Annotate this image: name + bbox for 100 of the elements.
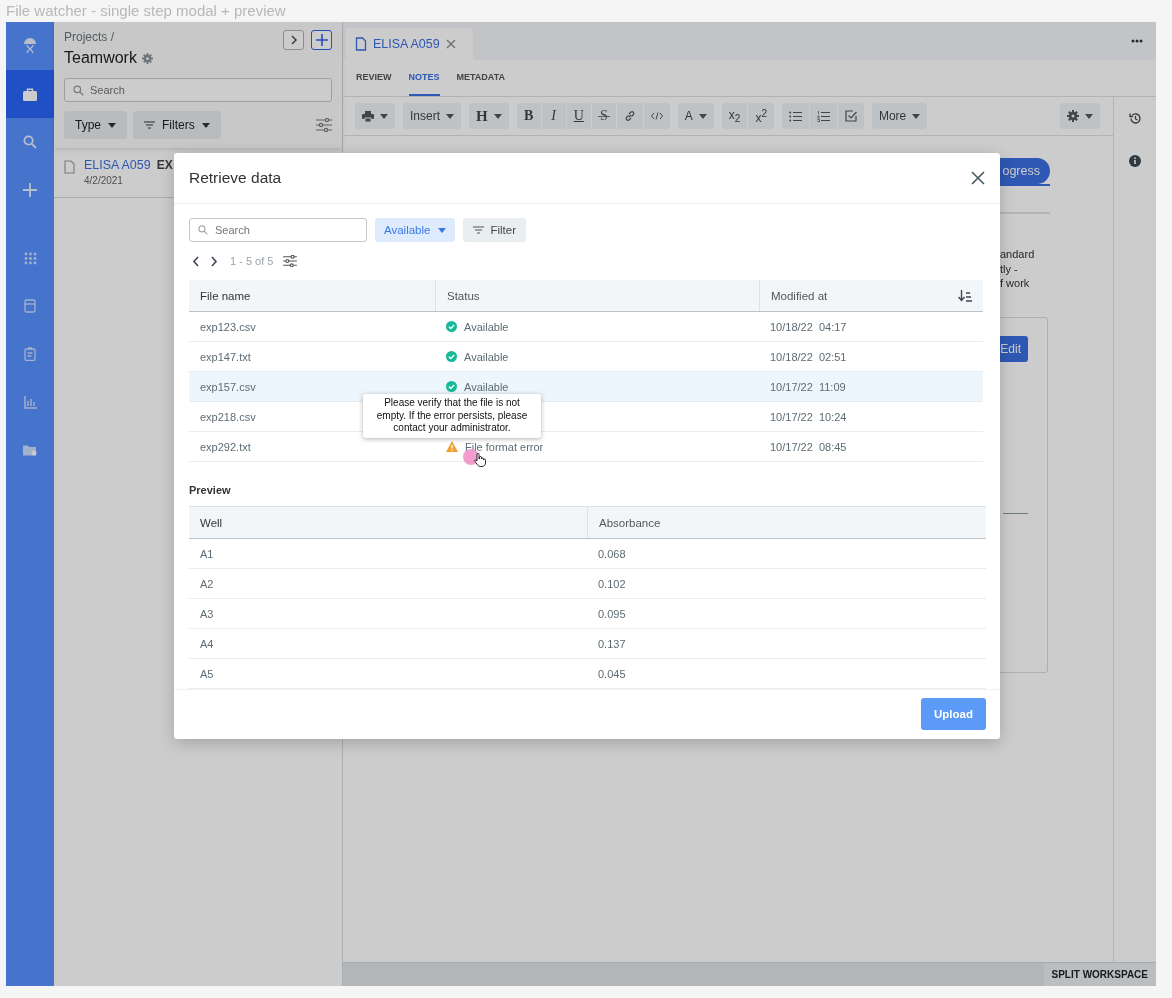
modified-date: 10/17/22 11:09 — [770, 380, 846, 393]
settings-icon[interactable] — [141, 52, 153, 64]
table-cell: 0.068 — [598, 547, 626, 560]
label-button[interactable]: More — [871, 103, 928, 129]
label-button[interactable]: A — [677, 103, 714, 129]
bold-button[interactable]: B — [516, 103, 541, 129]
search-field[interactable]: Search — [189, 218, 367, 242]
label-button[interactable]: Insert — [403, 103, 461, 129]
document-icon — [64, 160, 75, 174]
section-tab[interactable]: REVIEW — [356, 60, 392, 96]
search-icon — [73, 85, 84, 96]
column-header: Well — [199, 515, 224, 531]
previous-page-icon[interactable] — [192, 255, 200, 267]
search-icon — [198, 225, 208, 235]
print-button[interactable] — [355, 103, 395, 129]
section-tab[interactable]: NOTES — [408, 60, 440, 96]
file-row[interactable]: exp123.csv Available 10/18/22 04:17 — [189, 312, 983, 342]
code-icon — [650, 112, 663, 120]
grid-icon — [23, 251, 37, 265]
clipboard-icon — [24, 347, 36, 361]
modified-date: 10/17/22 10:24 — [770, 410, 847, 423]
add-icon — [315, 34, 328, 46]
bullets-button[interactable] — [781, 103, 809, 129]
column-header[interactable]: Modified at — [771, 289, 828, 302]
sliders-icon[interactable] — [283, 255, 298, 267]
caret-icon — [912, 113, 921, 119]
modified-date: 10/18/22 04:17 — [770, 320, 847, 333]
modified-date: 10/17/22 08:45 — [770, 440, 847, 453]
printer-icon — [362, 110, 374, 122]
search-icon — [23, 135, 37, 149]
caret-icon — [201, 122, 210, 128]
section-tab[interactable]: METADATA — [456, 60, 506, 96]
breadcrumb[interactable]: Projects / — [64, 30, 153, 44]
info-icon[interactable] — [1129, 155, 1141, 167]
column-header: Status — [435, 280, 759, 311]
caret-icon — [1085, 113, 1093, 119]
checklist-button[interactable] — [837, 103, 864, 129]
table-cell: A5 — [200, 667, 214, 680]
column-header: Absorbance — [587, 507, 986, 538]
numbers-button[interactable] — [809, 103, 837, 129]
sliders-icon[interactable] — [316, 118, 332, 132]
bar-chart-icon — [23, 395, 37, 409]
underline-button[interactable]: U — [566, 103, 591, 129]
history-icon[interactable] — [1128, 112, 1142, 125]
table-cell: A2 — [200, 577, 214, 590]
note-text: andard — [1000, 247, 1036, 262]
status-text: Available — [464, 320, 509, 333]
status-dropdown[interactable]: Available — [375, 218, 456, 242]
glyph-button[interactable]: H — [469, 103, 509, 129]
table-cell: 0.102 — [598, 577, 626, 590]
filter-button[interactable]: Filter — [463, 218, 527, 242]
project-item-link[interactable]: ELISA A059 — [84, 158, 151, 172]
modified-date: 10/18/22 02:51 — [770, 350, 847, 363]
add-icon — [23, 183, 37, 197]
search-field[interactable]: Search — [64, 78, 332, 102]
table-cell: 0.045 — [598, 667, 626, 680]
warning-icon — [446, 441, 458, 452]
next-page-icon[interactable] — [210, 255, 218, 267]
link-button[interactable] — [616, 103, 643, 129]
chevron-right-icon — [289, 35, 298, 45]
item-tag: EX — [156, 158, 173, 172]
close-icon[interactable] — [445, 39, 456, 49]
italic-button[interactable]: I — [541, 103, 566, 129]
filter-dropdown[interactable]: Filters — [133, 111, 221, 139]
document-tab[interactable]: ELISA A059 — [346, 28, 473, 60]
expand-button[interactable] — [283, 30, 304, 50]
code-button[interactable] — [643, 103, 670, 129]
file-name: exp123.csv — [200, 320, 256, 333]
filter-dropdown[interactable]: Type — [64, 111, 127, 139]
add-button[interactable] — [311, 30, 332, 50]
more-icon[interactable] — [1131, 39, 1143, 43]
caret-icon — [438, 227, 447, 233]
caret-icon — [380, 113, 388, 119]
modal-title: Retrieve data — [189, 169, 282, 187]
close-icon[interactable] — [971, 171, 985, 185]
check-circle-icon — [446, 351, 457, 362]
split-workspace-button[interactable]: SPLIT WORKSPACE — [1043, 963, 1156, 986]
label-button[interactable]: x$_{2}$ — [721, 103, 748, 129]
layout-icon — [24, 299, 36, 313]
tooltip: Please verify that the file is not empty. If the error persists, please contact your administrator. — [363, 394, 541, 438]
label-button[interactable]: x$^{2}$ — [748, 103, 774, 129]
folder-icon — [23, 444, 37, 456]
bullet-list-icon — [788, 110, 802, 122]
caret-icon — [493, 113, 502, 119]
table-cell: A1 — [200, 547, 214, 560]
status-text: File format error — [465, 440, 544, 453]
nav-item[interactable] — [6, 70, 54, 118]
check-circle-icon — [446, 321, 457, 332]
page-caption: File watcher - single step modal + preview — [5, 1, 287, 21]
table-cell: 0.095 — [598, 607, 626, 620]
hand-cursor-icon — [474, 453, 486, 467]
caret-icon — [108, 122, 116, 128]
link-icon — [623, 110, 636, 122]
caret-icon — [446, 113, 454, 119]
status-text: Available — [464, 350, 509, 363]
note-text: tly - — [1000, 261, 1019, 276]
table-cell: A3 — [200, 607, 214, 620]
item-date: 4/2/2021 — [84, 175, 124, 186]
settings-button[interactable] — [1060, 103, 1100, 129]
sort-icon[interactable] — [958, 289, 972, 302]
